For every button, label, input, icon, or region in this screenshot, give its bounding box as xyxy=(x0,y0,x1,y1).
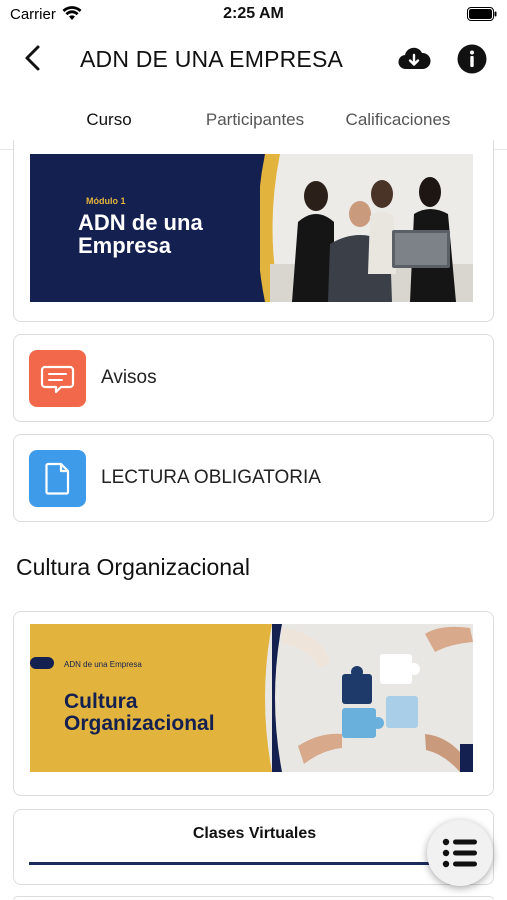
info-icon[interactable] xyxy=(457,44,487,74)
banner-title-line-2: Empresa xyxy=(78,233,172,258)
item-label-lectura: LECTURA OBLIGATORIA xyxy=(101,467,321,488)
list-item-lectura-obligatoria[interactable]: LECTURA OBLIGATORIA xyxy=(13,434,494,522)
clases-underline xyxy=(29,862,479,865)
banner-title-line-1: Cultura xyxy=(64,690,138,713)
banner-title-line-1: ADN de una xyxy=(78,210,203,235)
clases-virtuales-card[interactable]: Clases Virtuales xyxy=(13,809,494,885)
clases-virtuales-label: Clases Virtuales xyxy=(192,825,317,842)
chat-bubble-icon xyxy=(40,365,75,394)
lectura-icon-box xyxy=(29,450,86,507)
module-1-banner-image: Módulo 1 ADN de una Empresa xyxy=(30,154,473,302)
list-menu-icon xyxy=(442,838,477,868)
back-arrow-icon[interactable] xyxy=(20,44,48,72)
tab-calificaciones[interactable]: Calificaciones xyxy=(328,110,468,130)
status-time: 2:25 AM xyxy=(223,5,284,22)
tab-participantes[interactable]: Participantes xyxy=(182,110,328,130)
item-label-avisos: Avisos xyxy=(101,367,157,388)
menu-fab-button[interactable] xyxy=(427,820,493,886)
list-item-avisos[interactable]: Avisos xyxy=(13,334,494,422)
status-bar: Carrier 2:25 AM xyxy=(0,0,507,30)
avisos-icon-box xyxy=(29,350,86,407)
banner-title-line-2: Organizacional xyxy=(64,712,215,735)
tab-curso[interactable]: Curso xyxy=(36,110,182,130)
section-title: Cultura Organizacional xyxy=(16,554,250,580)
section-banner-card[interactable]: ADN de una Empresa Cultura Organizaciona… xyxy=(13,611,494,796)
cloud-download-icon[interactable] xyxy=(397,44,431,74)
banner-tag: ADN de una Empresa xyxy=(64,660,142,669)
page-title: ADN DE UNA EMPRESA xyxy=(80,46,344,72)
module-tag: Módulo 1 xyxy=(86,196,126,206)
battery-icon xyxy=(467,7,497,21)
module-banner-card[interactable]: Módulo 1 ADN de una Empresa xyxy=(13,140,494,322)
navigation-bar: ADN DE UNA EMPRESA xyxy=(0,32,507,88)
next-card-edge xyxy=(13,896,494,900)
document-icon xyxy=(45,462,70,495)
cultura-organizacional-banner-image: ADN de una Empresa Cultura Organizaciona… xyxy=(30,624,473,772)
